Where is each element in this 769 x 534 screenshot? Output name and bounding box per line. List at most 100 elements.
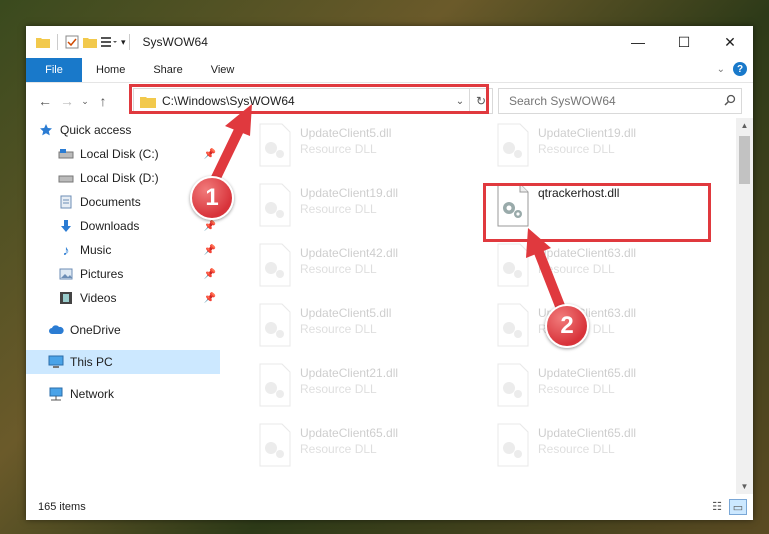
file-name: UpdateClient65.dll [300, 426, 399, 440]
close-button[interactable]: ✕ [707, 26, 753, 58]
toolbar-dropdown-icon[interactable]: ▾ [121, 37, 126, 48]
sidebar-item-quick-access[interactable]: Quick access [26, 118, 220, 142]
file-type: Resource DLL [300, 262, 377, 276]
pin-icon[interactable]: 📌 [204, 221, 216, 232]
status-bar: 165 items ☷ ▭ [26, 494, 753, 520]
dll-file-icon [497, 423, 529, 467]
file-item[interactable]: UpdateClient5.dll Resource DLL [246, 118, 476, 172]
sidebar-item-downloads[interactable]: Downloads 📌 [26, 214, 220, 238]
pin-icon[interactable]: 📌 [204, 269, 216, 280]
file-name: UpdateClient19.dll [300, 186, 399, 200]
sidebar-item-onedrive[interactable]: OneDrive [26, 318, 220, 342]
minimize-button[interactable]: — [615, 26, 661, 58]
file-type: Resource DLL [538, 442, 615, 456]
file-name: UpdateClient5.dll [300, 126, 392, 140]
dll-file-icon [259, 303, 291, 347]
file-name: UpdateClient65.dll [538, 426, 637, 440]
sidebar-item-local-disk-c[interactable]: Local Disk (C:) 📌 [26, 142, 220, 166]
scrollbar-thumb[interactable] [739, 136, 750, 184]
file-item[interactable]: UpdateClient63.dllResource DLL [484, 238, 714, 292]
sidebar-item-label: Downloads [80, 219, 140, 233]
dll-file-icon [259, 423, 291, 467]
sidebar-item-this-pc[interactable]: This PC [26, 350, 220, 374]
pin-icon[interactable]: 📌 [204, 293, 216, 304]
computer-icon [48, 354, 64, 370]
file-item[interactable]: UpdateClient65.dll Resource DLL [484, 358, 714, 412]
sidebar-item-videos[interactable]: Videos 📌 [26, 286, 220, 310]
sidebar-item-network[interactable]: Network [26, 382, 220, 406]
tab-file[interactable]: File [26, 58, 82, 82]
sidebar-item-label: Documents [80, 195, 141, 209]
pin-icon[interactable]: 📌 [204, 149, 216, 160]
properties-icon[interactable] [65, 35, 79, 49]
maximize-button[interactable]: ☐ [661, 26, 707, 58]
step-badge-2: 2 [545, 304, 589, 348]
search-input[interactable] [507, 93, 719, 109]
tab-view[interactable]: View [197, 64, 249, 76]
star-icon [38, 122, 54, 138]
expand-ribbon-icon[interactable]: ⌄ [717, 64, 725, 75]
navigation-pane: Quick access Local Disk (C:) 📌 Local Dis… [26, 118, 220, 488]
file-name: UpdateClient65.dll [538, 366, 637, 380]
details-view-icon[interactable]: ☷ [709, 499, 725, 513]
dll-file-icon [259, 243, 291, 287]
large-icons-view-icon[interactable]: ▭ [729, 499, 747, 515]
forward-arrow-icon[interactable]: → [56, 93, 78, 109]
network-icon [48, 386, 64, 402]
documents-icon [58, 194, 74, 210]
file-item[interactable]: UpdateClient65.dll Resource DLL [246, 418, 476, 472]
file-item[interactable]: UpdateClient19.dll Resource DLL [484, 118, 714, 172]
folder-icon [36, 38, 50, 48]
pictures-icon [58, 266, 74, 282]
recent-locations-icon[interactable]: ⌄ [78, 96, 92, 107]
sidebar-item-music[interactable]: ♪ Music 📌 [26, 238, 220, 262]
pin-icon[interactable]: 📌 [204, 245, 216, 256]
new-folder-icon[interactable] [83, 36, 97, 48]
sidebar-item-label: Local Disk (D:) [80, 171, 159, 185]
file-type: Resource DLL [538, 382, 615, 396]
sidebar-item-label: This PC [70, 355, 113, 369]
file-item[interactable]: UpdateClient42.dll Resource DLL [246, 238, 476, 292]
dll-file-icon [497, 303, 529, 347]
sidebar-item-label: Network [70, 387, 115, 401]
cloud-icon [48, 322, 64, 338]
file-item[interactable]: UpdateClient19.dll Resource DLL [246, 178, 476, 232]
drive-icon [58, 146, 74, 162]
view-switcher: ☷ ▭ [709, 499, 747, 515]
file-item[interactable]: UpdateClient63.dllResource DLL [484, 298, 714, 352]
vertical-scrollbar[interactable]: ▲ ▼ [736, 118, 753, 494]
file-name: UpdateClient19.dll [538, 126, 637, 140]
help-icon[interactable]: ? [733, 62, 747, 76]
title-bar: ▾ SysWOW64 — ☐ ✕ [26, 26, 753, 58]
search-icon[interactable] [719, 94, 741, 109]
back-arrow-icon[interactable]: ← [34, 93, 56, 109]
title-separator [128, 34, 130, 50]
ribbon-tabs: File Home Share View ⌄ ? [26, 58, 753, 83]
sidebar-item-local-disk-d[interactable]: Local Disk (D:) [26, 166, 220, 190]
dll-file-icon [497, 243, 529, 287]
file-item[interactable]: UpdateClient5.dll Resource DLL [246, 298, 476, 352]
up-arrow-icon[interactable]: ↑ [92, 93, 114, 109]
scroll-down-icon[interactable]: ▼ [736, 482, 753, 491]
sidebar-item-label: Quick access [60, 123, 132, 137]
file-type: Resource DLL [538, 262, 615, 276]
file-type: Resource DLL [300, 142, 377, 156]
dll-file-icon [259, 123, 291, 167]
toolbar-separator [57, 34, 58, 50]
scroll-up-icon[interactable]: ▲ [736, 121, 753, 130]
sidebar-item-label: Local Disk (C:) [80, 147, 159, 161]
music-icon: ♪ [62, 242, 70, 258]
file-name: UpdateClient42.dll [300, 246, 399, 260]
videos-icon [58, 290, 74, 306]
file-item[interactable]: UpdateClient65.dll Resource DLL [484, 418, 714, 472]
customize-toolbar-icon[interactable] [101, 36, 117, 48]
tab-home[interactable]: Home [82, 64, 139, 76]
tab-share[interactable]: Share [139, 64, 196, 76]
search-box[interactable] [498, 88, 742, 114]
sidebar-item-pictures[interactable]: Pictures 📌 [26, 262, 220, 286]
dll-file-icon [497, 123, 529, 167]
file-item[interactable]: UpdateClient21.dll Resource DLL [246, 358, 476, 412]
file-highlight [483, 183, 711, 242]
